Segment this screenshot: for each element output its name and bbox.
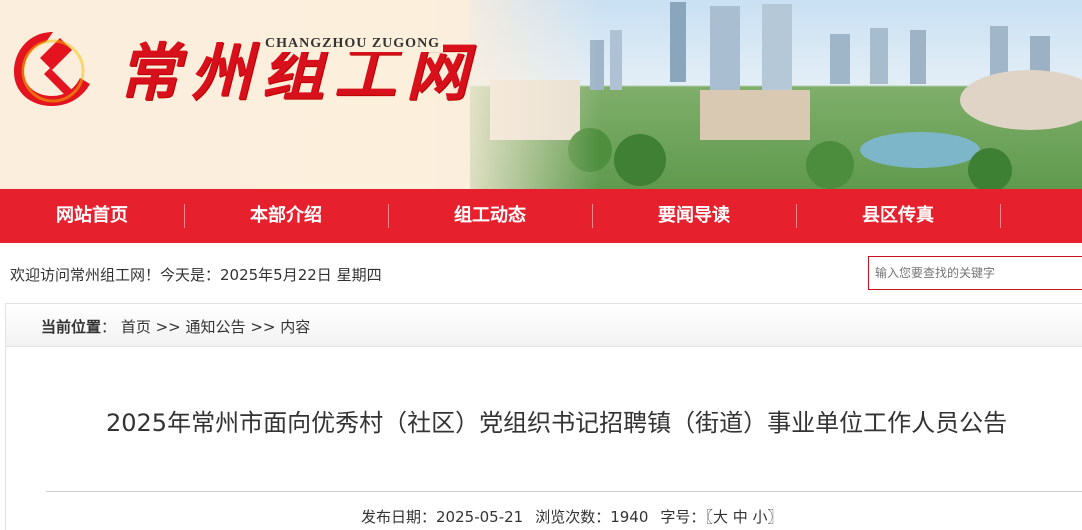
search-input[interactable] <box>868 256 1082 290</box>
nav-item-about[interactable]: 本部介绍 <box>184 189 388 243</box>
breadcrumb-separator: >> <box>250 318 276 336</box>
site-subtitle: CHANGZHOU ZUGONG <box>262 36 444 52</box>
breadcrumb-label: 当前位置 <box>41 318 102 336</box>
header-banner: 常州组工网 CHANGZHOU ZUGONG <box>0 0 1082 189</box>
article-panel: 2025年常州市面向优秀村（社区）党组织书记招聘镇（街道）事业单位工作人员公告 … <box>5 347 1082 530</box>
font-size-label: 字号： <box>660 508 706 526</box>
nav-item-headlines[interactable]: 要闻导读 <box>592 189 796 243</box>
welcome-text: 欢迎访问常州组工网！今天是：2025年5月22日 星期四 <box>10 266 382 284</box>
party-emblem-icon <box>14 32 90 106</box>
breadcrumb-notices-link[interactable]: 通知公告 <box>186 318 246 336</box>
font-size-medium-link[interactable]: 中 <box>733 508 748 526</box>
article-title: 2025年常州市面向优秀村（社区）党组织书记招聘镇（街道）事业单位工作人员公告 <box>106 409 1008 437</box>
views-label: 浏览次数： <box>535 508 611 526</box>
title-divider <box>46 491 1082 492</box>
article-meta: 发布日期：2025-05-21 浏览次数：1940 字号：〖大 中 小〗 <box>361 508 783 526</box>
font-size-large-link[interactable]: 大 <box>713 508 728 526</box>
nav-item-news[interactable]: 组工动态 <box>388 189 592 243</box>
nav-item-special[interactable]: 专 <box>1000 189 1082 243</box>
breadcrumb-current: 内容 <box>280 318 311 336</box>
nav-item-counties[interactable]: 县区传真 <box>796 189 1000 243</box>
breadcrumb: 当前位置： 首页 >> 通知公告 >> 内容 <box>41 318 311 336</box>
nav-item-home[interactable]: 网站首页 <box>0 189 184 243</box>
publish-date: 2025-05-21 <box>436 508 524 526</box>
breadcrumb-separator: >> <box>155 318 181 336</box>
breadcrumb-bar: 当前位置： 首页 >> 通知公告 >> 内容 <box>5 303 1082 347</box>
view-count: 1940 <box>610 508 649 526</box>
font-size-small-link[interactable]: 小 <box>753 508 768 526</box>
breadcrumb-home-link[interactable]: 首页 <box>121 318 151 336</box>
publish-date-label: 发布日期： <box>361 508 437 526</box>
main-navigation: 网站首页 本部介绍 组工动态 要闻导读 县区传真 专 <box>0 189 1082 243</box>
